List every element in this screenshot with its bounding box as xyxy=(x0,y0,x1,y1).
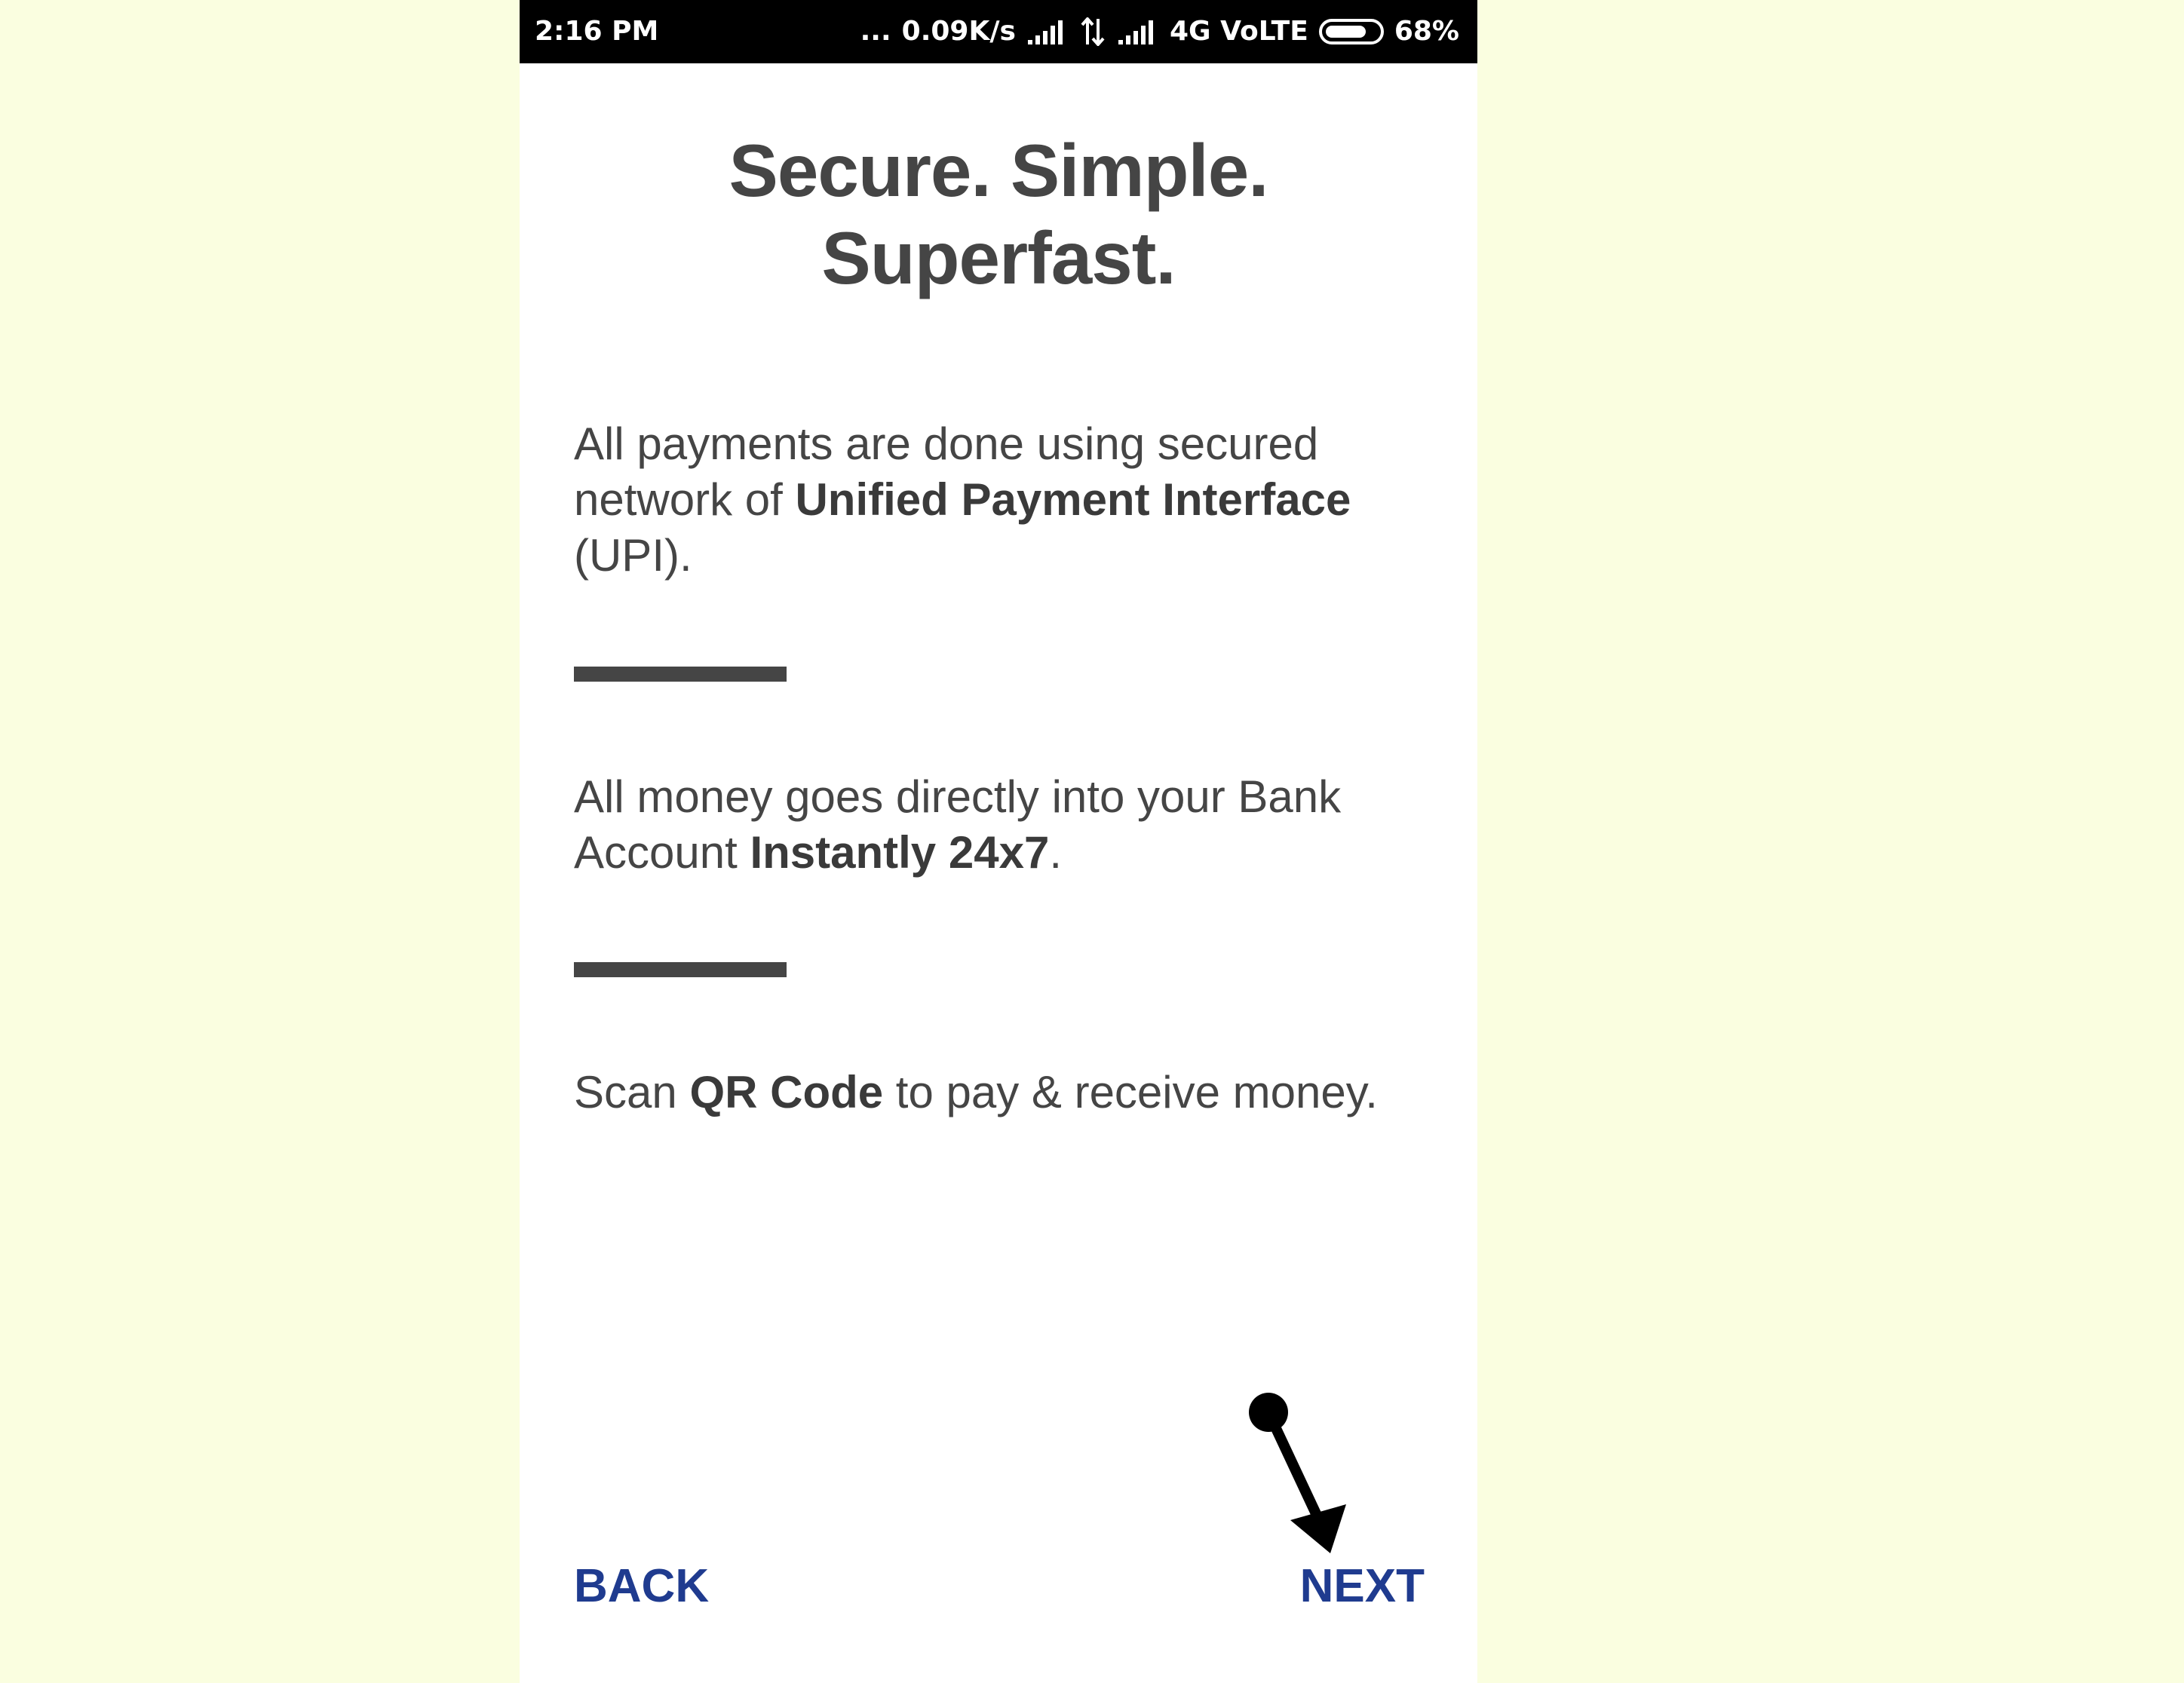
phone-screen: 2:16 PM ... 0.09K/s 4G VoLTE 68% Secure.… xyxy=(520,0,1477,1683)
pointer-arrow-icon xyxy=(1249,1393,1346,1553)
